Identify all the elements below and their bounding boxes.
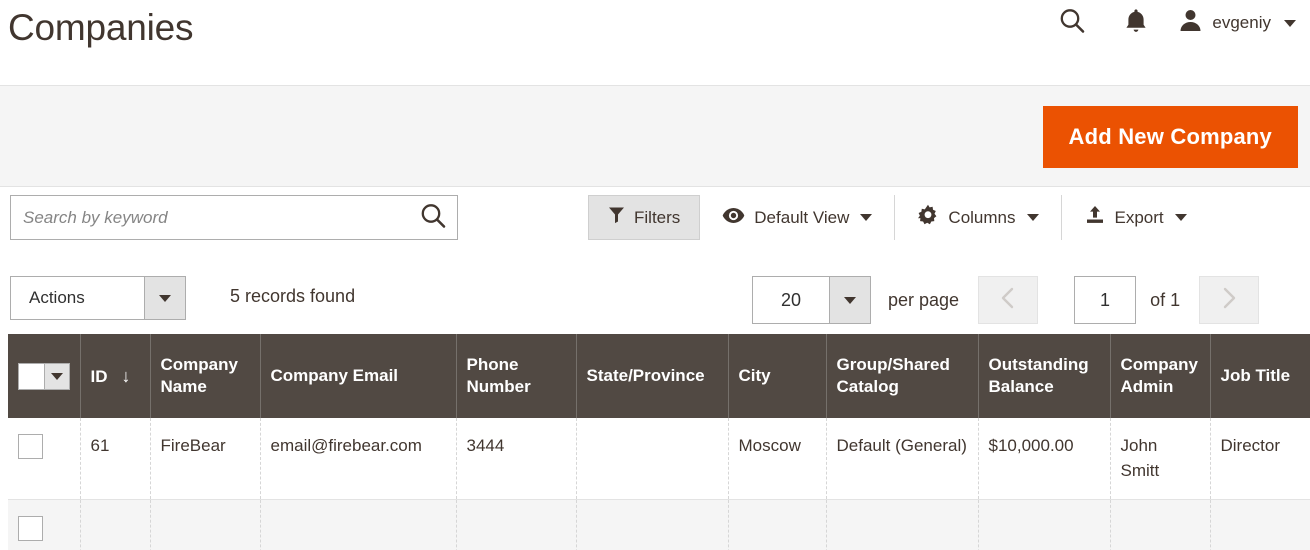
sort-descending-icon: ↓ xyxy=(121,365,131,386)
columns-label: Columns xyxy=(948,207,1016,227)
table-header-group-shared-catalog[interactable]: Group/Shared Catalog xyxy=(826,334,979,418)
cell-company-name xyxy=(150,499,261,550)
mass-actions-dropdown[interactable]: Actions xyxy=(10,276,186,320)
filters-label: Filters xyxy=(634,207,681,227)
cell-company-email xyxy=(260,499,457,550)
data-grid-container: ID ↓ Company Name Company Email Phone Num… xyxy=(0,334,1310,550)
table-header-phone-number[interactable]: Phone Number xyxy=(456,334,577,418)
gear-icon xyxy=(917,204,939,231)
bell-icon xyxy=(1123,7,1149,40)
table-header-outstanding-balance[interactable]: Outstanding Balance xyxy=(978,334,1111,418)
row-select-cell[interactable] xyxy=(8,418,81,501)
default-view-dropdown[interactable]: Default View xyxy=(700,195,894,240)
search-input[interactable] xyxy=(11,207,409,228)
cell-outstanding-balance xyxy=(978,499,1111,550)
chevron-right-icon xyxy=(1221,286,1237,315)
column-label: ID xyxy=(90,366,108,386)
table-row[interactable]: 61 FireBear email@firebear.com 3444 Mosc… xyxy=(8,418,1310,501)
row-select-cell[interactable] xyxy=(8,499,81,550)
cell-job-title: Director xyxy=(1210,418,1310,501)
page-title: Companies xyxy=(8,7,194,48)
keyword-search-box[interactable] xyxy=(10,195,458,240)
export-label: Export xyxy=(1114,207,1164,227)
global-search-button[interactable] xyxy=(1040,2,1104,44)
table-row[interactable] xyxy=(8,499,1310,550)
cell-company-email: email@firebear.com xyxy=(260,418,457,501)
cell-id xyxy=(80,499,151,550)
funnel-icon xyxy=(608,206,625,229)
cell-outstanding-balance: $10,000.00 xyxy=(978,418,1111,501)
previous-page-button[interactable] xyxy=(978,276,1039,324)
cell-group-shared-catalog xyxy=(826,499,979,550)
cell-city: Moscow xyxy=(728,418,827,501)
page-actions-bar: Add New Company xyxy=(0,85,1310,187)
table-header-city[interactable]: City xyxy=(728,334,827,418)
table-header-job-title[interactable]: Job Title xyxy=(1210,334,1310,418)
table-header-row: ID ↓ Company Name Company Email Phone Num… xyxy=(8,334,1310,418)
per-page-dropdown[interactable]: 20 xyxy=(752,276,871,324)
per-page-arrow[interactable] xyxy=(829,277,870,323)
next-page-button[interactable] xyxy=(1199,276,1260,324)
chevron-down-icon xyxy=(1284,19,1296,27)
upload-icon xyxy=(1084,205,1106,230)
notifications-button[interactable] xyxy=(1104,2,1168,44)
table-header-select-all[interactable] xyxy=(8,334,81,418)
mass-actions-label: Actions xyxy=(29,288,85,307)
search-icon xyxy=(1057,6,1087,41)
eye-icon xyxy=(722,207,745,229)
per-page-value: 20 xyxy=(780,289,802,310)
cell-state-province xyxy=(576,499,729,550)
cell-city xyxy=(728,499,827,550)
per-page-label: per page xyxy=(888,289,960,310)
mass-actions-arrow[interactable] xyxy=(144,277,185,319)
chevron-down-icon xyxy=(159,294,171,302)
search-submit-button[interactable] xyxy=(409,196,457,239)
records-found-label: 5 records found xyxy=(230,286,356,306)
chevron-down-icon xyxy=(50,372,63,380)
select-all-dropdown[interactable] xyxy=(45,362,70,390)
grid-subbar: Actions 5 records found 20 per page 1 of… xyxy=(0,272,1310,334)
chevron-down-icon xyxy=(860,214,873,221)
chevron-down-icon xyxy=(1026,214,1039,221)
page-total-label: of 1 xyxy=(1150,289,1181,310)
cell-company-admin: John Smitt xyxy=(1110,418,1211,501)
default-view-label: Default View xyxy=(754,207,850,227)
grid-toolbar: Filters Default View Columns xyxy=(0,187,1310,272)
export-dropdown[interactable]: Export xyxy=(1062,195,1209,240)
row-checkbox[interactable] xyxy=(18,434,43,459)
table-header-company-email[interactable]: Company Email xyxy=(260,334,457,418)
search-icon xyxy=(418,201,448,234)
header-actions: evgeniy xyxy=(1040,2,1300,44)
select-all-checkbox[interactable] xyxy=(18,362,46,390)
grid-toolbar-controls: Filters Default View Columns Export xyxy=(588,195,1209,240)
filters-button[interactable]: Filters xyxy=(588,195,701,240)
chevron-down-icon xyxy=(1174,214,1187,221)
table-header-company-admin[interactable]: Company Admin xyxy=(1110,334,1211,418)
add-new-company-button[interactable]: Add New Company xyxy=(1042,106,1298,168)
cell-group-shared-catalog: Default (General) xyxy=(826,418,979,501)
page-header: Companies evgeniy xyxy=(0,0,1310,85)
cell-company-admin xyxy=(1110,499,1211,550)
table-header-state-province[interactable]: State/Province xyxy=(576,334,729,418)
cell-phone-number xyxy=(456,499,577,550)
row-checkbox[interactable] xyxy=(18,516,43,542)
cell-job-title xyxy=(1210,499,1310,550)
user-name: evgeniy xyxy=(1212,13,1271,32)
table-header-company-name[interactable]: Company Name xyxy=(150,334,261,418)
user-avatar-icon xyxy=(1178,8,1203,38)
user-menu[interactable]: evgeniy xyxy=(1168,2,1300,44)
chevron-left-icon xyxy=(1000,286,1016,315)
cell-state-province xyxy=(576,418,729,501)
cell-phone-number: 3444 xyxy=(456,418,577,501)
cell-id: 61 xyxy=(80,418,151,501)
cell-company-name: FireBear xyxy=(150,418,261,501)
page-number-input[interactable]: 1 xyxy=(1074,276,1137,324)
chevron-down-icon xyxy=(844,296,856,304)
pager: 20 per page 1 of 1 xyxy=(752,276,1260,324)
table-header-id[interactable]: ID ↓ xyxy=(80,334,151,418)
columns-dropdown[interactable]: Columns xyxy=(895,195,1060,240)
companies-table: ID ↓ Company Name Company Email Phone Num… xyxy=(8,334,1310,550)
